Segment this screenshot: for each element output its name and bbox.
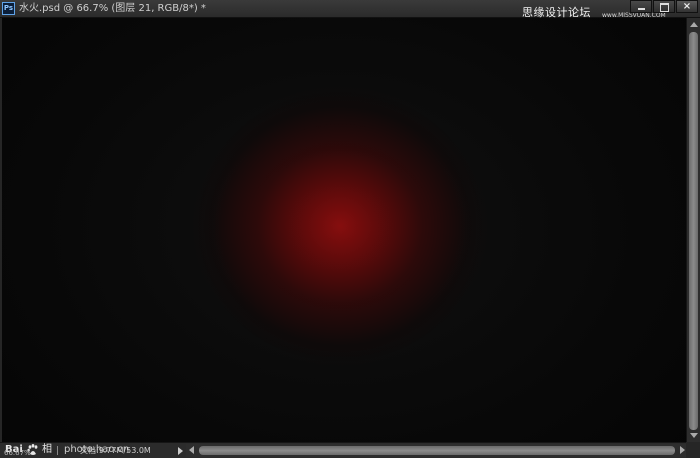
- title-bar[interactable]: Ps 水火.psd @ 66.7% (图层 21, RGB/8*) * 思缘设计…: [0, 0, 700, 19]
- status-divider: [57, 446, 58, 455]
- close-icon: ×: [682, 1, 692, 12]
- minimize-button[interactable]: [630, 0, 652, 13]
- scrollbar-corner: [686, 442, 700, 458]
- scroll-up-arrow-icon[interactable]: [690, 22, 698, 27]
- scroll-right-arrow-icon[interactable]: [680, 446, 685, 454]
- document-tab-title[interactable]: 水火.psd @ 66.7% (图层 21, RGB/8*) *: [19, 2, 206, 16]
- zoom-level[interactable]: 66.67%: [4, 449, 31, 458]
- vertical-scrollbar[interactable]: [686, 18, 700, 442]
- photoshop-document-window: Ps 水火.psd @ 66.7% (图层 21, RGB/8*) * 思缘设计…: [0, 0, 700, 458]
- window-controls: ×: [629, 0, 698, 14]
- scroll-left-arrow-icon[interactable]: [189, 446, 194, 454]
- photoshop-icon: Ps: [2, 2, 15, 15]
- status-menu-arrow-icon[interactable]: [178, 447, 183, 455]
- document-size-readout: 文档:9.77M/53.0M: [80, 446, 151, 455]
- close-button[interactable]: ×: [676, 0, 698, 13]
- minimize-icon: [638, 8, 645, 10]
- maximize-button[interactable]: [653, 0, 675, 13]
- status-bar: Bai 相 66.67% photo.hao.cn 文档:9.77M/53.0M: [0, 442, 700, 458]
- scroll-down-arrow-icon[interactable]: [690, 433, 698, 438]
- document-canvas[interactable]: [2, 18, 686, 442]
- baidu-logo-suffix: 相: [42, 444, 52, 455]
- vertical-scroll-thumb[interactable]: [689, 32, 698, 430]
- maximize-icon: [660, 3, 669, 12]
- horizontal-scroll-thumb[interactable]: [199, 446, 675, 455]
- horizontal-scrollbar[interactable]: [186, 444, 686, 457]
